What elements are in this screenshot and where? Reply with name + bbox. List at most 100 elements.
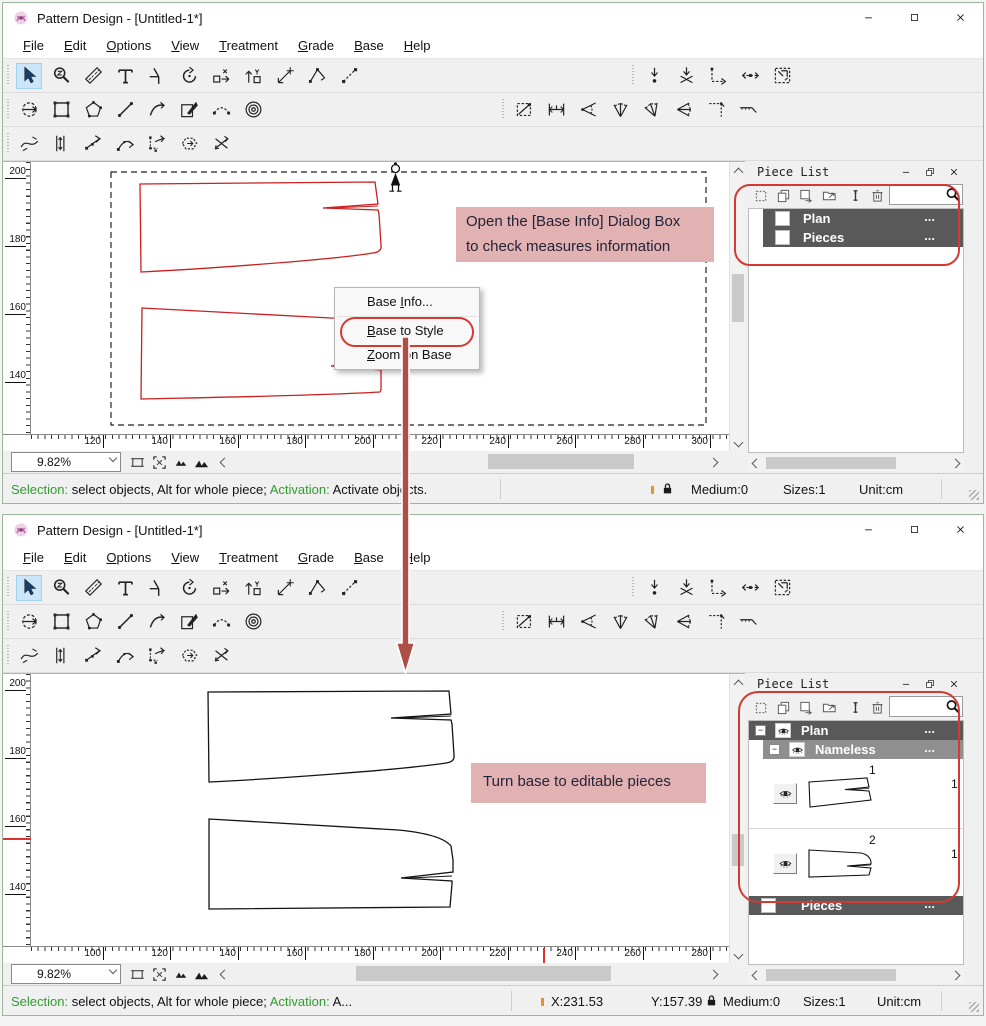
angle-move-tool[interactable] (272, 63, 298, 89)
ruler-tool[interactable] (80, 575, 106, 601)
menu-base[interactable]: Base (344, 35, 394, 56)
edit-curve-tool[interactable] (176, 609, 202, 635)
circle-point-tool[interactable] (16, 609, 42, 635)
polygon-tool[interactable] (80, 609, 106, 635)
dashed-curve-tool[interactable] (208, 97, 234, 123)
menu-treatment[interactable]: Treatment (209, 547, 288, 568)
pattern-canvas[interactable] (31, 674, 729, 946)
move-x-tool[interactable] (208, 575, 234, 601)
frame-view-button[interactable] (127, 965, 147, 983)
rectangle-tool[interactable] (48, 609, 74, 635)
menu-file[interactable]: File (13, 547, 54, 568)
panel-close-button[interactable] (945, 164, 963, 180)
menu-grade[interactable]: Grade (288, 35, 344, 56)
scroll-left-button[interactable] (748, 967, 762, 983)
rotate-tool[interactable] (176, 63, 202, 89)
text-tool[interactable] (112, 63, 138, 89)
line-tool[interactable] (112, 97, 138, 123)
cross-measure-tool[interactable] (208, 131, 234, 157)
maximize-button[interactable] (891, 3, 937, 32)
area-measure-tool[interactable] (511, 97, 537, 123)
skew-tool[interactable] (336, 575, 362, 601)
align-point-tool[interactable] (641, 63, 667, 89)
zoom-out-view-button[interactable] (171, 453, 191, 471)
toolbar-grip[interactable] (632, 65, 634, 86)
fit-view-button[interactable] (149, 965, 169, 983)
piece-list-hscrollbar[interactable] (748, 455, 964, 471)
point-move-tool[interactable] (304, 63, 330, 89)
scroll-up-button[interactable] (730, 162, 746, 178)
ruler-tool[interactable] (80, 63, 106, 89)
target-tool[interactable] (240, 609, 266, 635)
cross-measure-tool[interactable] (208, 643, 234, 669)
menu-view[interactable]: View (161, 35, 209, 56)
scroll-down-button[interactable] (730, 436, 746, 452)
pan-right-button[interactable] (705, 965, 725, 983)
canvas-hscroll-thumb[interactable] (488, 454, 634, 469)
resize-grip[interactable] (969, 490, 979, 500)
toolbar-grip[interactable] (502, 611, 504, 632)
shape-arrows-tool[interactable] (176, 131, 202, 157)
trim-tool[interactable] (144, 63, 170, 89)
pivot-fan-tool[interactable] (639, 609, 665, 635)
menu-edit[interactable]: Edit (54, 35, 96, 56)
frame-view-button[interactable] (127, 453, 147, 471)
split-points-tool[interactable] (80, 131, 106, 157)
scroll-left-button[interactable] (748, 455, 762, 471)
panel-restore-button[interactable] (921, 676, 939, 692)
area-measure-tool[interactable] (511, 609, 537, 635)
toolbar-grip[interactable] (7, 645, 9, 666)
rotate-tool[interactable] (176, 575, 202, 601)
zoom-out-view-button[interactable] (171, 965, 191, 983)
width-measure-tool[interactable] (543, 97, 569, 123)
menu-options[interactable]: Options (96, 547, 161, 568)
toolbar-grip[interactable] (632, 577, 634, 598)
collide-point-tool[interactable] (673, 575, 699, 601)
move-x-tool[interactable] (208, 63, 234, 89)
scroll-thumb[interactable] (766, 969, 896, 981)
shape-arrows-tool[interactable] (176, 643, 202, 669)
skew-tool[interactable] (336, 63, 362, 89)
base-piece-top[interactable] (140, 182, 381, 272)
scroll-thumb[interactable] (732, 274, 744, 322)
menu-grade[interactable]: Grade (288, 547, 344, 568)
polygon-tool[interactable] (80, 97, 106, 123)
scroll-down-button[interactable] (730, 948, 746, 964)
scroll-thumb[interactable] (766, 457, 896, 469)
height-measure-tool[interactable] (48, 643, 74, 669)
center-align-tool[interactable] (737, 63, 763, 89)
zoom-in-view-button[interactable] (191, 965, 211, 983)
fan-measure-tool[interactable] (607, 609, 633, 635)
angle-measure-tool[interactable] (575, 609, 601, 635)
corner-line-tool[interactable] (735, 97, 761, 123)
text-tool[interactable] (112, 575, 138, 601)
arc-points-tool[interactable] (112, 643, 138, 669)
transform-box-tool[interactable] (769, 63, 795, 89)
scroll-up-button[interactable] (730, 674, 746, 690)
select-tool[interactable] (16, 63, 42, 89)
editable-piece-top[interactable] (208, 691, 454, 782)
transform-box-tool[interactable] (769, 575, 795, 601)
angle-measure-tool[interactable] (575, 97, 601, 123)
resize-grip[interactable] (969, 1002, 979, 1012)
corner-dotted-tool[interactable] (703, 609, 729, 635)
move-points-tool[interactable] (144, 131, 170, 157)
editable-piece-bottom[interactable] (209, 819, 453, 909)
align-point-tool[interactable] (641, 575, 667, 601)
zoom-tool[interactable] (48, 575, 74, 601)
pivot-fan-tool[interactable] (639, 97, 665, 123)
smooth-curve-tool[interactable] (16, 643, 42, 669)
corner-align-tool[interactable] (705, 63, 731, 89)
corner-line-tool[interactable] (735, 609, 761, 635)
panel-minimize-button[interactable] (897, 676, 915, 692)
menu-base[interactable]: Base (344, 547, 394, 568)
pan-left-button[interactable] (213, 965, 233, 983)
panel-restore-button[interactable] (921, 164, 939, 180)
rectangle-tool[interactable] (48, 97, 74, 123)
zoom-tool[interactable] (48, 63, 74, 89)
scroll-right-button[interactable] (950, 455, 964, 471)
mirror-fan-tool[interactable] (671, 609, 697, 635)
menu-edit[interactable]: Edit (54, 547, 96, 568)
move-points-tool[interactable] (144, 643, 170, 669)
smooth-curve-tool[interactable] (16, 131, 42, 157)
